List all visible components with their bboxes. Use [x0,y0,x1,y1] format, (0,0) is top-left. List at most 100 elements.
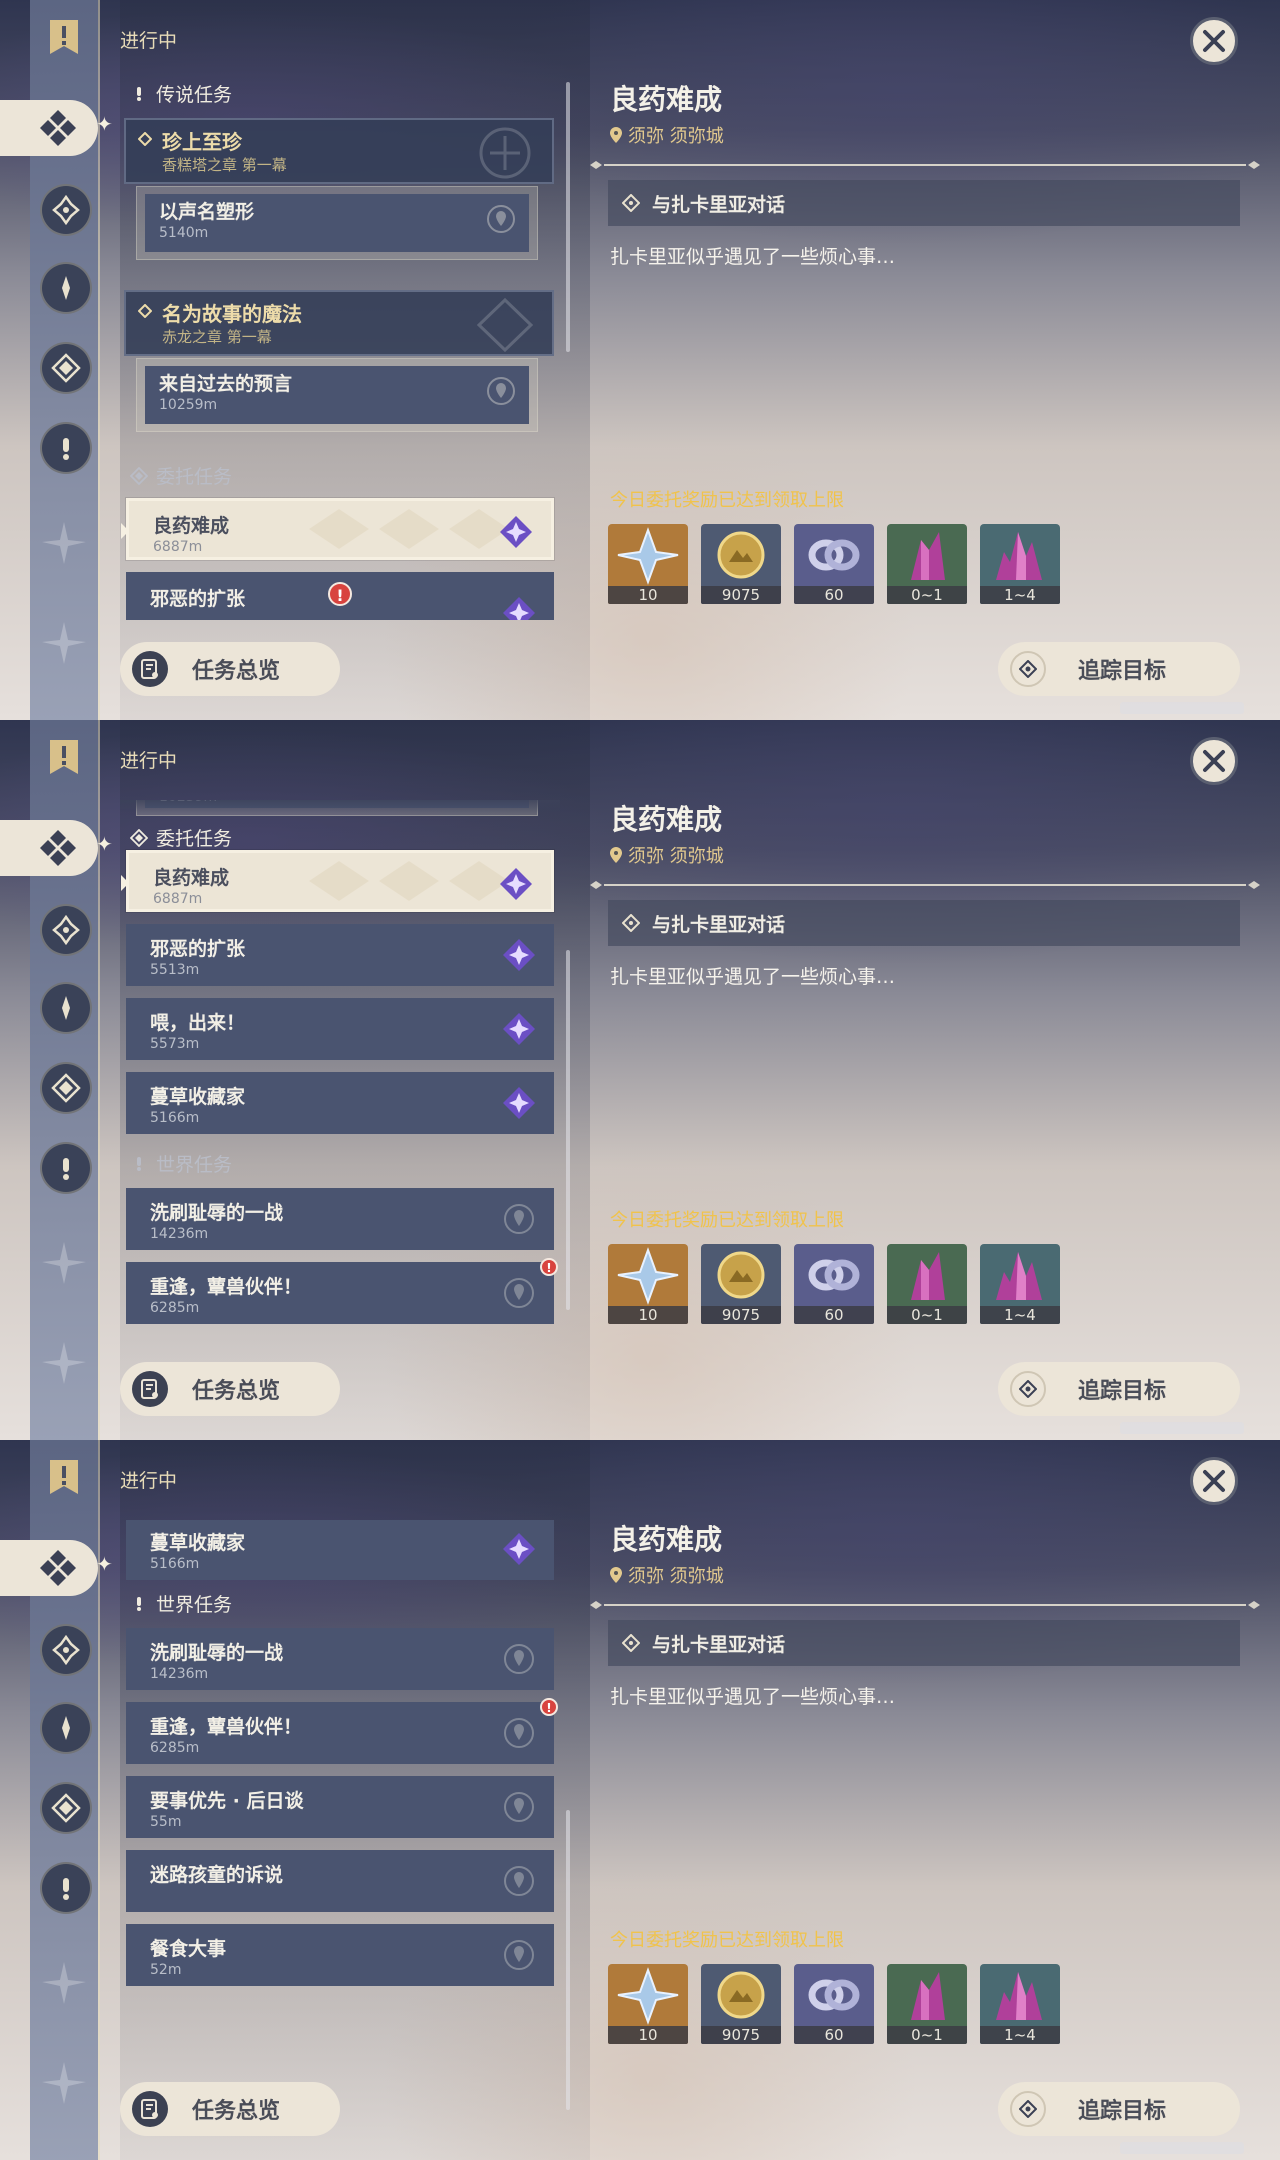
quest-list[interactable]: 蔓草收藏家 5166m 世界任务 洗刷耻辱的一战 14236m 重逢，蕈兽伙伴！… [120,1520,560,2060]
location-pin-icon[interactable] [502,1864,536,1898]
track-target-button[interactable]: 追踪目标 [998,642,1240,696]
world-quest-item[interactable]: 要事优先 · 后日谈 55m [126,1776,554,1838]
sidebar-tab-story[interactable] [40,982,92,1034]
world-quest-item[interactable]: 迷路孩童的诉说 [126,1850,554,1912]
sidebar-tab-all[interactable] [0,1540,98,1596]
chapter-emblem-icon [476,297,534,353]
sidebar-tab-archon[interactable] [40,904,92,956]
commission-item[interactable]: 蔓草收藏家 5166m [126,1072,554,1134]
commission-item[interactable]: 喂，出来！ 5573m [126,998,554,1060]
reward-limit-notice: 今日委托奖励已达到领取上限 [610,1210,844,1231]
quest-list-icon [141,1379,158,1399]
reward-item[interactable]: 9075 [701,524,781,604]
quest-screen-2: ✦ 进行中 10259m 委托任务 良药难成 6887m 邪恶的扩张 5513m [0,720,1280,1440]
world-quest-item[interactable]: 洗刷耻辱的一战 14236m [126,1628,554,1690]
list-scrollbar[interactable] [566,950,570,1310]
reward-item[interactable]: 60 [794,524,874,604]
reward-item[interactable]: 9075 [701,1964,781,2044]
sidebar-tab-archon[interactable] [40,1624,92,1676]
reward-item[interactable]: 10 [608,524,688,604]
quest-book-icon[interactable] [44,1456,84,1500]
reward-item[interactable]: 60 [794,1244,874,1324]
in-progress-label: 进行中 [120,1470,178,1492]
commission-quest-icon [51,1073,81,1103]
sidebar-tab-archon[interactable] [40,184,92,236]
location-pin-icon[interactable] [487,377,515,405]
legend-quest-group[interactable]: 珍上至珍 香糕塔之章 第一幕 [124,118,554,184]
reward-item[interactable]: 0~1 [887,1244,967,1324]
list-scrollbar[interactable] [566,82,570,352]
track-diamond-icon [1019,660,1037,678]
alert-badge: ! [540,1258,558,1276]
reward-item[interactable]: 1~4 [980,524,1060,604]
close-button[interactable] [1190,737,1238,785]
commission-item[interactable]: 蔓草收藏家 5166m [126,1520,554,1580]
sidebar-tab-commission[interactable] [40,1062,92,1114]
all-quests-icon [40,110,76,146]
mora-icon [717,531,765,579]
quest-list[interactable]: 10259m 委托任务 良药难成 6887m 邪恶的扩张 5513m 喂，出来！… [120,800,560,1340]
commission-item-selected[interactable]: 良药难成 6887m [121,498,554,560]
category-commission: 委托任务 [130,462,232,489]
track-target-button[interactable]: 追踪目标 [998,2082,1240,2136]
commission-item-selected[interactable]: 良药难成 6887m [121,850,554,912]
all-quests-icon [40,830,76,866]
sidebar-tab-commission[interactable] [40,342,92,394]
quest-book-icon[interactable] [44,736,84,780]
sidebar-tab-story[interactable] [40,1702,92,1754]
legend-quest-step[interactable]: 来自过去的预言 10259m [136,358,538,432]
world-quest-item[interactable]: 餐食大事 52m [126,1924,554,1986]
quest-overview-button[interactable]: 任务总览 [120,1362,340,1416]
decorative-star-icon [42,1962,86,2004]
close-button[interactable] [1190,17,1238,65]
reward-item[interactable]: 60 [794,1964,874,2044]
sidebar-tab-all[interactable] [0,820,98,876]
world-quest-item[interactable]: 洗刷耻辱的一战 14236m [126,1188,554,1250]
commission-item[interactable]: 邪恶的扩张 5513m [126,924,554,986]
location-pin-icon [610,1567,622,1583]
list-scrollbar[interactable] [566,1810,570,2110]
sidebar-tab-all[interactable] [0,100,98,156]
world-quest-item[interactable]: 重逢，蕈兽伙伴！ 6285m ! [126,1258,558,1324]
quest-book-icon[interactable] [44,16,84,60]
sidebar-tab-world[interactable] [40,422,92,474]
quest-objective: 与扎卡里亚对话 [608,180,1240,226]
reward-item[interactable]: 1~4 [980,1244,1060,1324]
world-quest-item[interactable]: 重逢，蕈兽伙伴！ 6285m ! [126,1698,558,1764]
sidebar-tab-world[interactable] [40,1142,92,1194]
legend-quest-step[interactable]: 以声名塑形 5140m [136,186,538,260]
sparkle-icon: ✦ [96,832,113,856]
quest-list[interactable]: 传说任务 珍上至珍 香糕塔之章 第一幕 以声名塑形 5140m 名为故事的魔法 … [120,80,560,620]
reward-list: 10 9075 60 0~1 1~4 [608,524,1060,604]
location-pin-icon[interactable] [502,1276,536,1310]
quest-list-icon [141,2099,158,2119]
decorative-star-icon [42,622,86,664]
reward-item[interactable]: 0~1 [887,1964,967,2044]
sidebar-tab-world[interactable] [40,1862,92,1914]
commission-star-icon [500,516,532,548]
commission-item[interactable]: 邪恶的扩张 ! [126,572,554,620]
close-button[interactable] [1190,1457,1238,1505]
reward-item[interactable]: 1~4 [980,1964,1060,2044]
reward-item[interactable]: 10 [608,1964,688,2044]
location-pin-icon[interactable] [502,1938,536,1972]
divider [590,881,1260,889]
track-target-button[interactable]: 追踪目标 [998,1362,1240,1416]
location-pin-icon[interactable] [502,1790,536,1824]
quest-overview-button[interactable]: 任务总览 [120,2082,340,2136]
quest-objective: 与扎卡里亚对话 [608,1620,1240,1666]
quest-objective: 与扎卡里亚对话 [608,900,1240,946]
sidebar-tab-commission[interactable] [40,1782,92,1834]
location-pin-icon[interactable] [502,1642,536,1676]
in-progress-label: 进行中 [120,750,178,772]
sidebar-tab-story[interactable] [40,262,92,314]
close-icon [1203,1470,1225,1492]
location-pin-icon[interactable] [502,1202,536,1236]
legend-quest-group[interactable]: 名为故事的魔法 赤龙之章 第一幕 [124,290,554,356]
reward-item[interactable]: 9075 [701,1244,781,1324]
reward-item[interactable]: 10 [608,1244,688,1324]
location-pin-icon[interactable] [502,1716,536,1750]
location-pin-icon[interactable] [487,205,515,233]
quest-overview-button[interactable]: 任务总览 [120,642,340,696]
reward-item[interactable]: 0~1 [887,524,967,604]
